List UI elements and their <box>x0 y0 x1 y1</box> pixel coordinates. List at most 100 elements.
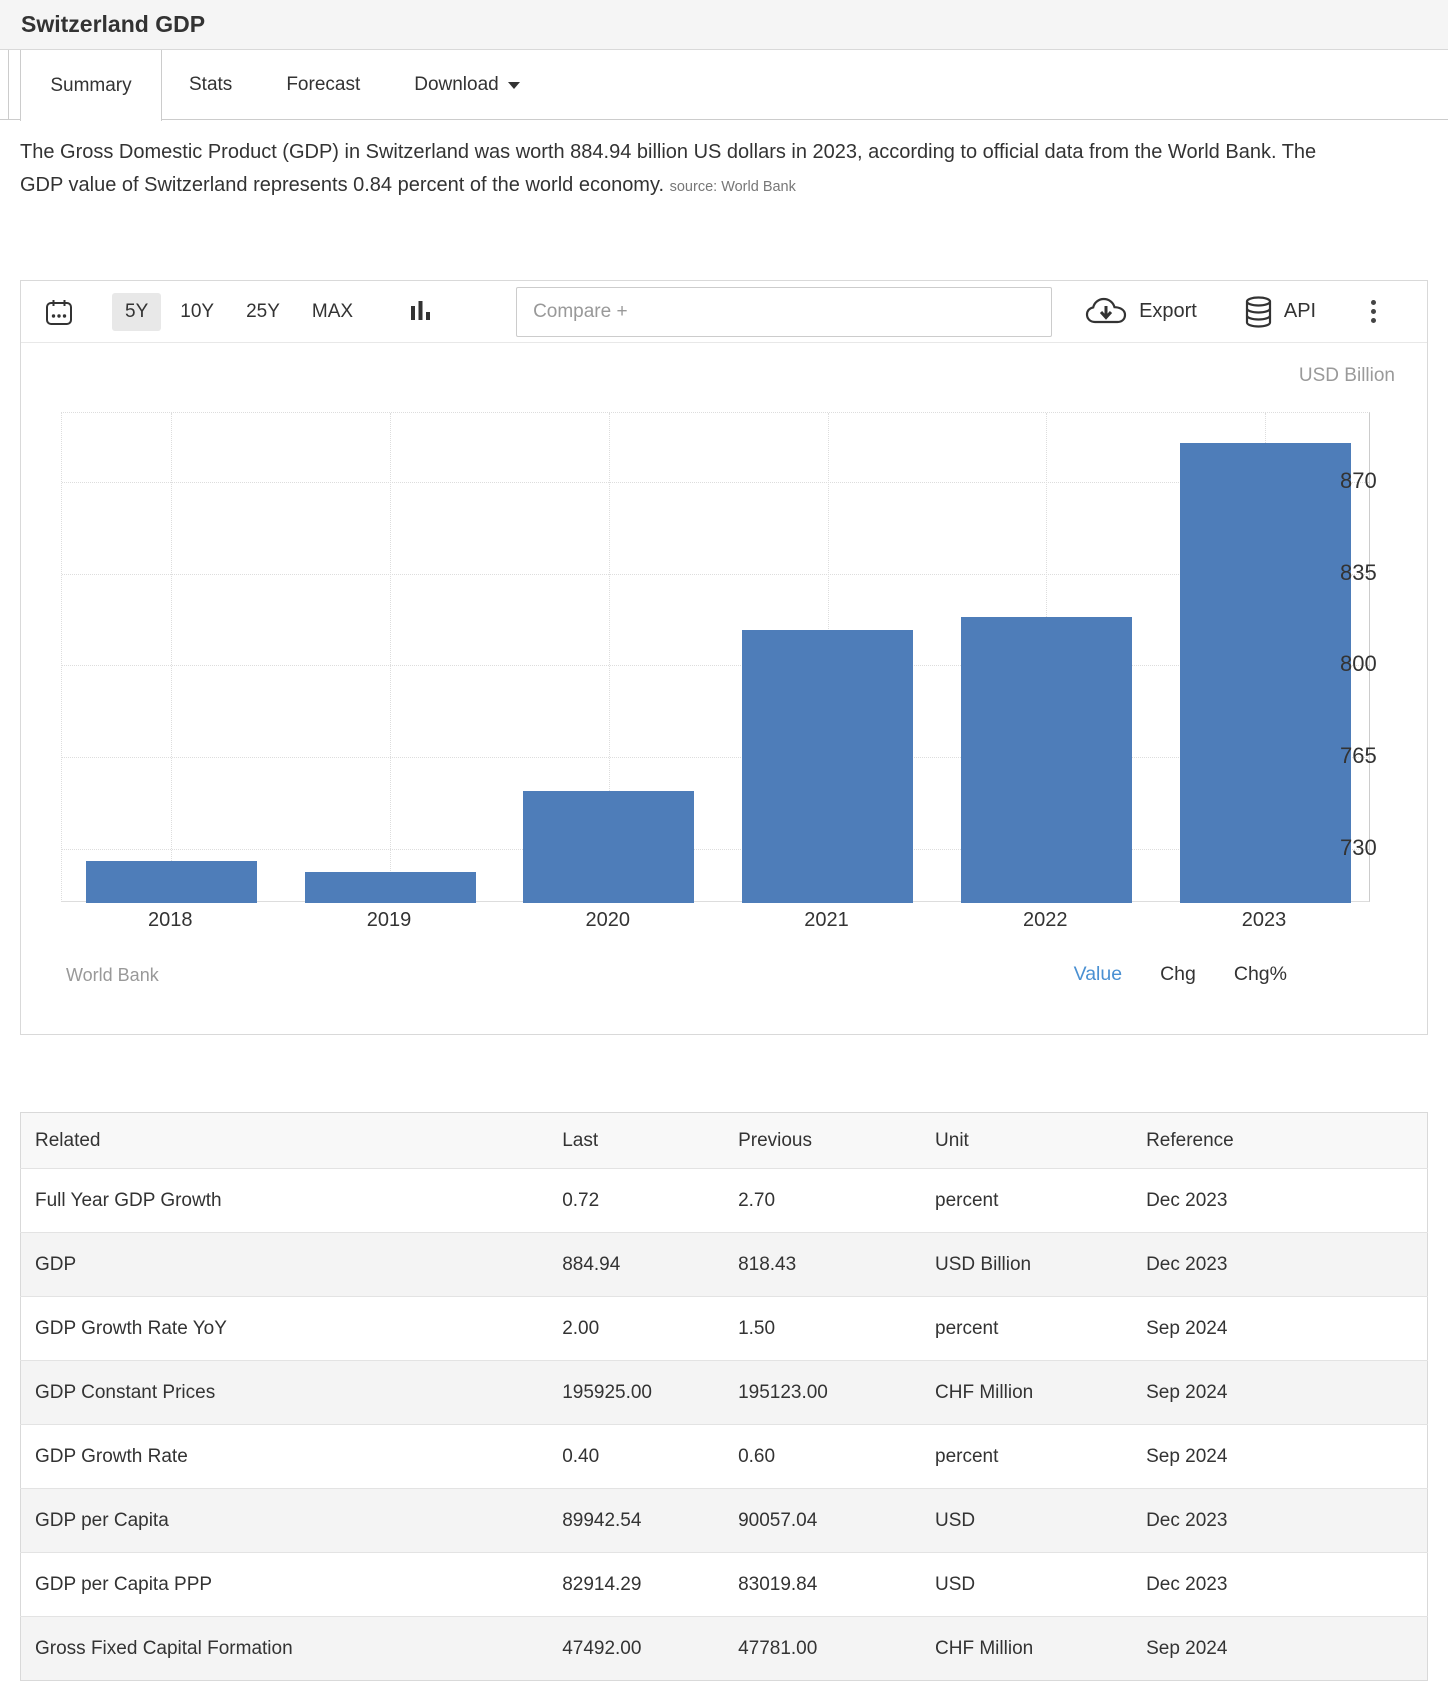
bar-2018[interactable] <box>86 861 257 903</box>
range-button-5y[interactable]: 5Y <box>112 293 161 331</box>
summary-paragraph: The Gross Domestic Product (GDP) in Swit… <box>20 141 1316 196</box>
cell-reference: Dec 2023 <box>1146 1169 1427 1233</box>
summary-text: The Gross Domestic Product (GDP) in Swit… <box>20 136 1360 204</box>
cell-reference: Sep 2024 <box>1146 1361 1427 1425</box>
tab-label: Stats <box>189 74 232 96</box>
y-axis-tick-label: 800 <box>1340 651 1410 677</box>
chart-source-label: World Bank <box>66 965 159 986</box>
bar-2022[interactable] <box>961 617 1132 903</box>
bar-chart-type-icon <box>410 300 432 324</box>
cell-last: 2.00 <box>562 1297 738 1361</box>
x-axis-tick-label: 2019 <box>329 909 449 932</box>
cell-previous: 0.60 <box>738 1425 935 1489</box>
related-indicator-link[interactable]: GDP Growth Rate <box>21 1425 563 1489</box>
table-row: GDP Constant Prices195925.00195123.00CHF… <box>21 1361 1428 1425</box>
cell-last: 0.72 <box>562 1169 738 1233</box>
bar-2021[interactable] <box>742 630 913 903</box>
y-axis-unit-label: USD Billion <box>1299 365 1395 387</box>
bar-2023[interactable] <box>1180 443 1351 903</box>
bar-2019[interactable] <box>305 872 476 903</box>
table-row: Full Year GDP Growth0.722.70percentDec 2… <box>21 1169 1428 1233</box>
x-axis-tick-label: 2021 <box>767 909 887 932</box>
column-header-reference: Reference <box>1146 1113 1427 1169</box>
gridline <box>62 665 1369 666</box>
plot-area <box>61 412 1370 902</box>
calendar-icon <box>44 297 74 327</box>
cell-last: 0.40 <box>562 1425 738 1489</box>
related-indicator-link[interactable]: Gross Fixed Capital Formation <box>21 1617 563 1681</box>
y-axis-tick-label: 730 <box>1340 835 1410 861</box>
source-note: source: World Bank <box>670 179 796 195</box>
tab-label: Download <box>414 74 499 96</box>
cell-unit: percent <box>935 1425 1146 1489</box>
range-button-max[interactable]: MAX <box>299 293 366 331</box>
legend-item-chgpct[interactable]: Chg% <box>1234 963 1287 986</box>
page-header: Switzerland GDP <box>0 0 1448 50</box>
column-header-previous: Previous <box>738 1113 935 1169</box>
chart-region: USD Billion 870835800765730 201820192020… <box>21 343 1427 1034</box>
cell-unit: USD <box>935 1489 1146 1553</box>
cell-last: 82914.29 <box>562 1553 738 1617</box>
cell-unit: USD <box>935 1553 1146 1617</box>
cell-reference: Sep 2024 <box>1146 1297 1427 1361</box>
cell-unit: USD Billion <box>935 1233 1146 1297</box>
y-axis-tick-label: 765 <box>1340 743 1410 769</box>
tab-label: Forecast <box>286 74 360 96</box>
column-header-unit: Unit <box>935 1113 1146 1169</box>
cell-previous: 90057.04 <box>738 1489 935 1553</box>
cell-unit: CHF Million <box>935 1617 1146 1681</box>
bar-2020[interactable] <box>523 791 694 903</box>
gridline <box>62 482 1369 483</box>
related-indicator-link[interactable]: GDP per Capita <box>21 1489 563 1553</box>
compare-input[interactable] <box>516 287 1052 337</box>
range-button-25y[interactable]: 25Y <box>233 293 293 331</box>
column-header-last: Last <box>562 1113 738 1169</box>
x-axis-tick-label: 2020 <box>548 909 668 932</box>
legend-item-value[interactable]: Value <box>1074 963 1122 986</box>
legend-item-chg[interactable]: Chg <box>1160 963 1196 986</box>
cloud-download-icon <box>1085 297 1127 327</box>
tab-stats[interactable]: Stats <box>162 50 259 120</box>
tab-download[interactable]: Download <box>387 50 547 120</box>
api-button[interactable]: API <box>1245 296 1316 328</box>
kebab-menu-icon <box>1371 300 1376 305</box>
page-title: Switzerland GDP <box>21 11 205 38</box>
database-icon <box>1245 296 1272 328</box>
cell-previous: 47781.00 <box>738 1617 935 1681</box>
related-indicator-link[interactable]: GDP Growth Rate YoY <box>21 1297 563 1361</box>
tab-forecast[interactable]: Forecast <box>259 50 387 120</box>
cell-unit: percent <box>935 1169 1146 1233</box>
related-indicator-link[interactable]: GDP <box>21 1233 563 1297</box>
cell-reference: Dec 2023 <box>1146 1489 1427 1553</box>
related-indicator-link[interactable]: GDP Constant Prices <box>21 1361 563 1425</box>
export-label: Export <box>1139 300 1197 323</box>
tab-label: Summary <box>50 75 131 97</box>
table-row: GDP per Capita89942.5490057.04USDDec 202… <box>21 1489 1428 1553</box>
chevron-down-icon <box>508 82 520 89</box>
table-header-row: RelatedLastPreviousUnitReference <box>21 1113 1428 1169</box>
cell-previous: 195123.00 <box>738 1361 935 1425</box>
column-header-related: Related <box>21 1113 563 1169</box>
calendar-button[interactable] <box>44 297 74 327</box>
more-options-button[interactable] <box>1371 300 1376 323</box>
range-selector: 5Y10Y25YMAX <box>112 293 366 331</box>
x-axis-tick-label: 2018 <box>110 909 230 932</box>
y-axis-tick-label: 870 <box>1340 468 1410 494</box>
related-indicator-link[interactable]: Full Year GDP Growth <box>21 1169 563 1233</box>
table-row: GDP per Capita PPP82914.2983019.84USDDec… <box>21 1553 1428 1617</box>
chart-legend: Value Chg Chg% <box>1074 963 1287 986</box>
gridline <box>62 849 1369 850</box>
tab-summary[interactable]: Summary <box>20 50 162 121</box>
export-button[interactable]: Export <box>1085 297 1197 327</box>
cell-unit: CHF Million <box>935 1361 1146 1425</box>
table-row: Gross Fixed Capital Formation47492.00477… <box>21 1617 1428 1681</box>
api-label: API <box>1284 300 1316 323</box>
x-axis-tick-label: 2022 <box>985 909 1105 932</box>
cell-previous: 2.70 <box>738 1169 935 1233</box>
cell-reference: Sep 2024 <box>1146 1425 1427 1489</box>
x-axis-tick-label: 2023 <box>1204 909 1324 932</box>
chart-type-button[interactable] <box>410 300 432 324</box>
range-button-10y[interactable]: 10Y <box>167 293 227 331</box>
related-indicator-link[interactable]: GDP per Capita PPP <box>21 1553 563 1617</box>
chart-card: 5Y10Y25YMAX Export API <box>20 280 1428 1035</box>
